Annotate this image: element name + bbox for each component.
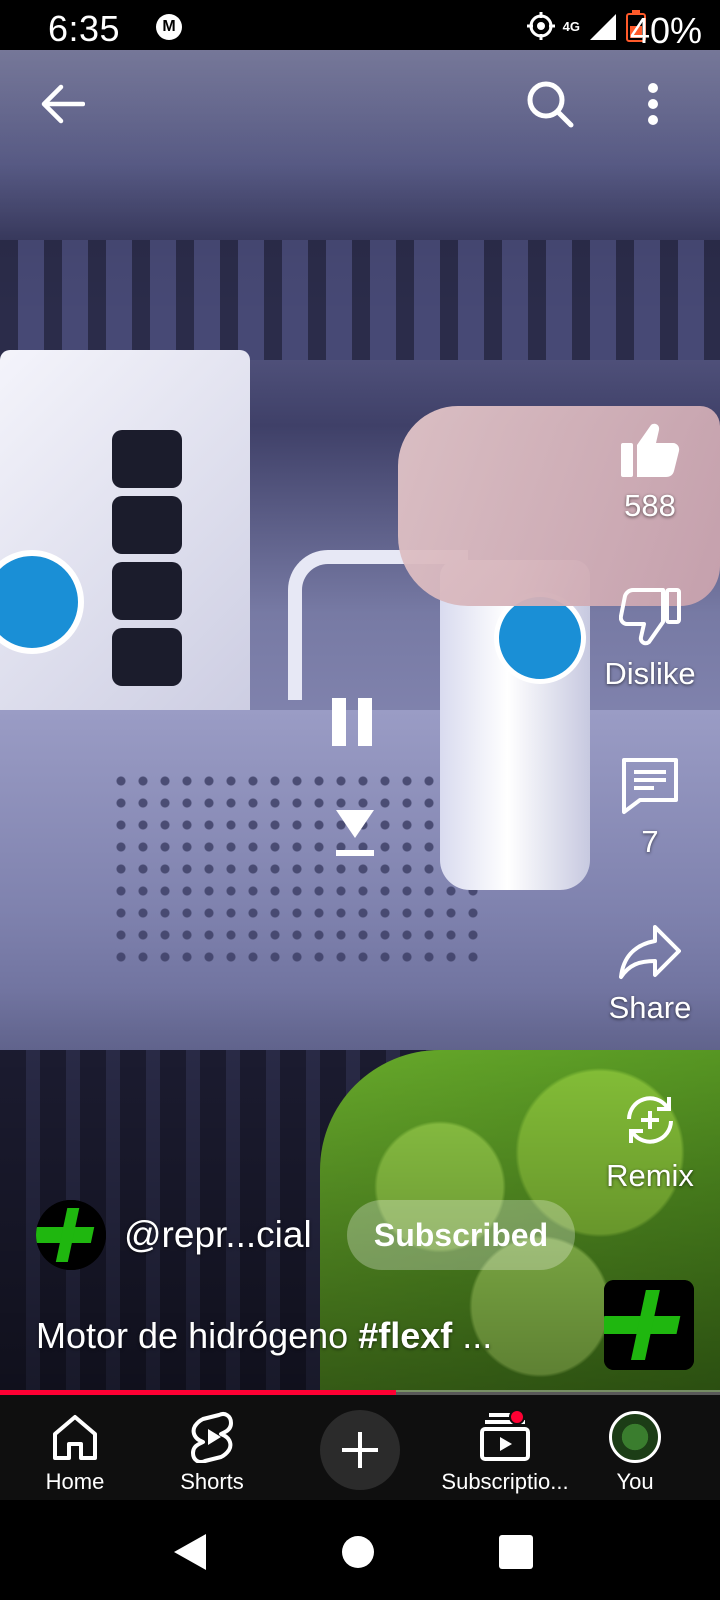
system-back-icon [174,1534,206,1570]
subscribed-button[interactable]: Subscribed [347,1200,575,1270]
sound-logo-icon [604,1280,694,1370]
video-title[interactable]: Motor de hidrógeno #flexf ... [36,1315,492,1357]
nav-shorts[interactable]: Shorts [137,1409,287,1495]
comment-count: 7 [641,824,659,859]
nav-home-label: Home [45,1469,105,1494]
battery-percent: 40% [629,10,702,51]
dislike-button[interactable]: Dislike [580,586,720,692]
title-ellipsis: ... [452,1315,493,1356]
download-icon [336,810,374,856]
home-icon [0,1409,150,1465]
system-back-button[interactable] [170,1532,210,1572]
system-recents-icon [499,1535,533,1569]
title-text: Motor de hidrógeno [36,1315,359,1356]
status-time: 6:35 [48,8,121,49]
thumbs-down-icon [580,586,720,650]
like-count: 588 [624,488,676,523]
remix-label: Remix [606,1158,694,1193]
subscriptions-notification-dot [509,1409,525,1425]
gps-icon [526,12,555,40]
channel-logo-icon [36,1200,106,1270]
nav-home[interactable]: Home [0,1409,150,1495]
create-icon [342,1432,378,1468]
network-type: 4G [562,18,580,34]
share-button[interactable]: Share [580,920,720,1026]
status-icons: 4G [526,10,646,42]
like-button[interactable]: 588 [580,418,720,524]
back-arrow-icon [41,84,85,124]
comment-icon [580,754,720,818]
notification-m-icon: M [156,14,182,40]
remix-button[interactable]: Remix [580,1088,720,1194]
create-button[interactable] [320,1410,400,1490]
thumbs-up-icon [580,418,720,482]
share-icon [580,920,720,984]
status-bar: 6:35 M 4G 40% [0,0,720,51]
comments-button[interactable]: 7 [580,754,720,860]
channel-avatar[interactable] [36,1200,106,1270]
system-home-icon [342,1536,374,1568]
dislike-label: Dislike [604,656,696,691]
download-button[interactable] [330,806,380,864]
sound-thumbnail[interactable] [604,1280,694,1370]
shorts-icon [137,1409,287,1465]
signal-icon [590,14,616,40]
system-home-button[interactable] [338,1532,378,1572]
share-label: Share [608,990,692,1025]
you-avatar-icon [560,1409,710,1465]
nav-you[interactable]: You [560,1409,710,1495]
more-vert-icon [648,83,658,125]
more-options-button[interactable] [640,76,666,132]
search-icon [527,81,574,128]
nav-shorts-label: Shorts [180,1469,244,1494]
pause-icon [332,698,372,746]
channel-handle[interactable]: @repr...cial [124,1214,312,1256]
pause-button[interactable] [328,694,376,750]
title-hashtag[interactable]: #flexf [358,1315,452,1356]
back-button[interactable] [36,78,88,130]
search-button[interactable] [522,76,578,132]
system-recents-button[interactable] [496,1532,536,1572]
remix-icon [580,1088,720,1152]
you-avatar [609,1411,661,1463]
nav-you-label: You [616,1469,654,1494]
system-nav-bar [0,1500,720,1600]
